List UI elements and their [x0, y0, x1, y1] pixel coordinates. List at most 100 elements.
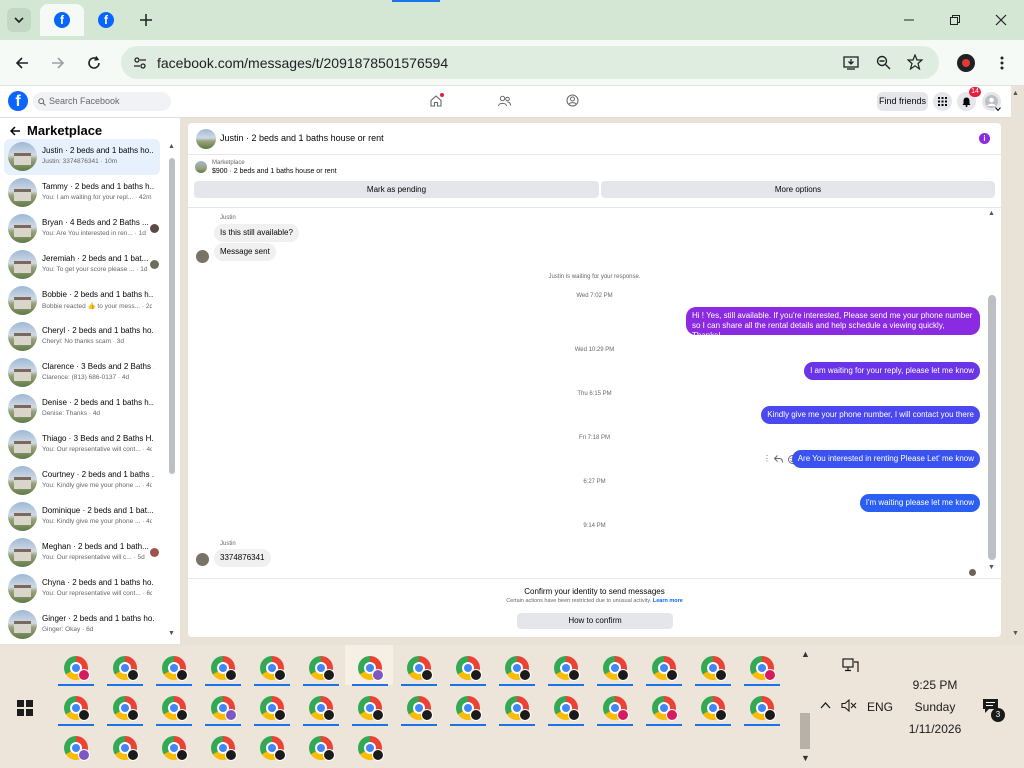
- chrome-taskbar-icon[interactable]: [64, 656, 90, 681]
- forward-button[interactable]: [46, 51, 70, 75]
- chrome-taskbar-icon[interactable]: [701, 656, 727, 681]
- conversation-item[interactable]: Justin · 2 beds and 1 baths ho... Justin…: [4, 139, 160, 175]
- mark-as-pending-button[interactable]: Mark as pending: [194, 181, 599, 198]
- new-tab-button[interactable]: [134, 8, 158, 32]
- chrome-taskbar-icon[interactable]: [701, 696, 727, 721]
- chrome-taskbar-icon[interactable]: [162, 656, 188, 681]
- conversation-item[interactable]: Clarence · 3 Beds and 2 Baths ... Claren…: [4, 355, 160, 391]
- conversation-item[interactable]: Tammy · 2 beds and 1 baths h... You: I a…: [4, 175, 160, 211]
- chrome-taskbar-icon[interactable]: [211, 736, 237, 761]
- friends-icon[interactable]: [498, 95, 511, 107]
- chrome-taskbar-icon[interactable]: [505, 656, 531, 681]
- menu-grid-button[interactable]: [933, 92, 952, 111]
- language-indicator[interactable]: ENG: [867, 700, 893, 714]
- chrome-taskbar-icon[interactable]: [358, 656, 384, 681]
- tab-facebook-active[interactable]: f: [40, 4, 84, 36]
- chrome-taskbar-icon[interactable]: [309, 736, 335, 761]
- chrome-taskbar-icon[interactable]: [113, 696, 139, 721]
- minimize-button[interactable]: [897, 8, 921, 32]
- facebook-logo-icon[interactable]: f: [8, 91, 28, 111]
- back-arrow-icon[interactable]: [10, 125, 21, 136]
- chevron-up-icon[interactable]: ▲: [801, 649, 810, 659]
- site-info-icon[interactable]: [133, 56, 147, 70]
- chrome-taskbar-icon[interactable]: [113, 736, 139, 761]
- conversation-item[interactable]: Ginger · 2 beds and 1 baths ho... Ginger…: [4, 607, 160, 643]
- chevron-down-icon[interactable]: [995, 106, 1001, 112]
- incoming-message[interactable]: Is this still available?: [214, 224, 299, 242]
- chrome-taskbar-icon[interactable]: [652, 696, 678, 721]
- conversation-item[interactable]: Bobbie · 2 beds and 1 baths h... Bobbie …: [4, 283, 160, 319]
- sender-avatar[interactable]: [196, 553, 209, 566]
- chevron-up-icon[interactable]: [820, 701, 831, 709]
- clock-date[interactable]: 1/11/2026: [895, 722, 975, 736]
- chat-scroll-down-arrow[interactable]: ▼: [988, 564, 995, 571]
- restore-button[interactable]: [943, 8, 967, 32]
- speaker-muted-icon[interactable]: [841, 699, 857, 712]
- chrome-taskbar-icon[interactable]: [652, 656, 678, 681]
- chrome-taskbar-icon[interactable]: [603, 696, 629, 721]
- sidebar-scroll-down-arrow[interactable]: ▼: [168, 630, 175, 637]
- tab-search-button[interactable]: [7, 8, 31, 32]
- taskbar-scroll[interactable]: ▲ ▼: [797, 645, 813, 768]
- clock-day[interactable]: Sunday: [895, 700, 975, 714]
- chrome-taskbar-icon[interactable]: [554, 696, 580, 721]
- outgoing-message[interactable]: Hi ! Yes, still available. If you're int…: [686, 307, 980, 340]
- windows-start-icon[interactable]: [17, 700, 33, 716]
- chrome-taskbar-icon[interactable]: [750, 656, 776, 681]
- incoming-message[interactable]: Message sent: [214, 243, 276, 261]
- listing-thumbnail[interactable]: [196, 129, 216, 149]
- chrome-taskbar-icon[interactable]: [750, 696, 776, 721]
- learn-more-link[interactable]: Learn more: [653, 598, 683, 604]
- outgoing-message[interactable]: Are You interested in renting Please Let…: [791, 450, 980, 468]
- incoming-message[interactable]: 3374876341: [214, 549, 271, 567]
- info-icon[interactable]: i: [979, 133, 990, 144]
- conversation-item[interactable]: Bryan · 4 Beds and 2 Baths ... You: Are …: [4, 211, 160, 247]
- browser-menu-button[interactable]: [990, 51, 1014, 75]
- chrome-taskbar-icon[interactable]: [407, 656, 433, 681]
- chrome-taskbar-icon[interactable]: [407, 696, 433, 721]
- bookmark-star-icon[interactable]: [907, 54, 923, 70]
- chrome-taskbar-icon[interactable]: [64, 736, 90, 761]
- chrome-taskbar-icon[interactable]: [211, 696, 237, 721]
- outgoing-message[interactable]: Kindly give me your phone number, I will…: [761, 406, 980, 424]
- conversation-item[interactable]: Thiago · 3 Beds and 2 Baths H... You: Ou…: [4, 427, 160, 463]
- how-to-confirm-button[interactable]: How to confirm: [517, 613, 673, 629]
- chrome-taskbar-icon[interactable]: [505, 696, 531, 721]
- chrome-taskbar-icon[interactable]: [260, 736, 286, 761]
- profile-circle-icon[interactable]: [566, 94, 579, 107]
- chrome-taskbar-icon[interactable]: [456, 656, 482, 681]
- chrome-taskbar-icon[interactable]: [260, 656, 286, 681]
- conversation-item[interactable]: Cheryl · 2 beds and 1 baths ho... Cheryl…: [4, 319, 160, 355]
- outgoing-message[interactable]: I am waiting for your reply, please let …: [804, 362, 980, 380]
- page-scroll-up-arrow[interactable]: ▲: [1012, 90, 1019, 97]
- reply-icon[interactable]: [774, 455, 783, 463]
- chat-title[interactable]: Justin · 2 beds and 1 baths house or ren…: [220, 133, 384, 143]
- chrome-taskbar-icon[interactable]: [260, 696, 286, 721]
- chrome-taskbar-icon[interactable]: [358, 696, 384, 721]
- conversation-item[interactable]: Chyna · 2 beds and 1 baths ho... You: Ou…: [4, 571, 160, 607]
- chrome-taskbar-icon[interactable]: [358, 736, 384, 761]
- chevron-down-icon[interactable]: ▼: [801, 753, 810, 763]
- sidebar-scrollbar[interactable]: [169, 158, 175, 474]
- more-actions-icon[interactable]: ⋮: [763, 454, 771, 463]
- chrome-taskbar-icon[interactable]: [211, 656, 237, 681]
- conversation-item[interactable]: Meghan · 2 beds and 1 bath... You: Our r…: [4, 535, 160, 571]
- clock-time[interactable]: 9:25 PM: [895, 678, 975, 692]
- conversation-item[interactable]: Courtney · 2 beds and 1 baths ... You: K…: [4, 463, 160, 499]
- marketplace-listing-row[interactable]: Marketplace $900 · 2 beds and 1 baths ho…: [188, 156, 1001, 180]
- taskbar-scroll-thumb[interactable]: [800, 713, 810, 749]
- reload-button[interactable]: [82, 51, 106, 75]
- zoom-out-icon[interactable]: [876, 55, 891, 70]
- profile-button[interactable]: [954, 51, 978, 75]
- address-bar[interactable]: facebook.com/messages/t/2091878501576594: [121, 46, 939, 79]
- conversation-item[interactable]: Dominique · 2 beds and 1 bat... You: Kin…: [4, 499, 160, 535]
- network-icon[interactable]: [842, 658, 859, 673]
- chat-scrollbar[interactable]: [988, 295, 996, 560]
- chrome-taskbar-icon[interactable]: [309, 656, 335, 681]
- tab-facebook-2[interactable]: f: [94, 8, 118, 32]
- back-button[interactable]: [10, 51, 34, 75]
- more-options-button[interactable]: More options: [601, 181, 995, 198]
- chrome-taskbar-icon[interactable]: [113, 656, 139, 681]
- chrome-taskbar-icon[interactable]: [309, 696, 335, 721]
- page-scroll-down-arrow[interactable]: ▼: [1012, 630, 1019, 637]
